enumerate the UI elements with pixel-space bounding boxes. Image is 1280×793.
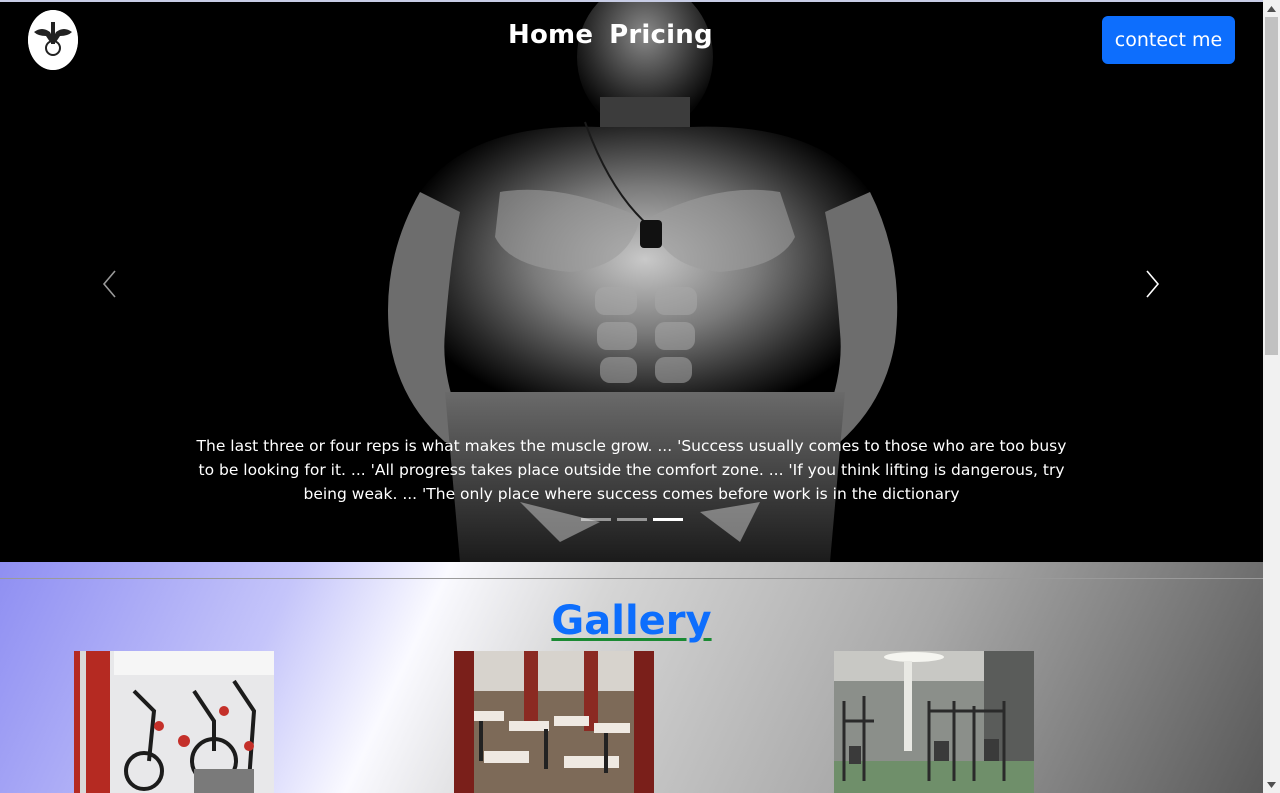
page-scrollbar[interactable]: [1263, 0, 1280, 793]
scrollbar-thumb[interactable]: [1265, 17, 1278, 355]
nav-links: Home Pricing: [508, 20, 713, 50]
carousel-indicator-3[interactable]: [653, 518, 683, 521]
fitness-logo-icon[interactable]: [28, 10, 78, 70]
chevron-left-icon: [102, 270, 116, 298]
scroll-up-button[interactable]: [1263, 0, 1280, 17]
gallery-heading: Gallery: [0, 598, 1263, 644]
scroll-down-button[interactable]: [1263, 776, 1280, 793]
carousel-indicators: [581, 518, 683, 521]
carousel-next-button[interactable]: [1132, 260, 1172, 308]
carousel-prev-button[interactable]: [90, 260, 130, 308]
scroll-down-arrow-icon: [1267, 781, 1276, 788]
gym-weights-room-photo[interactable]: [454, 651, 654, 793]
nav-link-pricing[interactable]: Pricing: [609, 20, 713, 50]
gym-weights-room-image: [454, 651, 654, 793]
page: Home Pricing contect me The last three o…: [0, 0, 1263, 793]
contact-me-button[interactable]: contect me: [1102, 16, 1235, 64]
navbar: Home Pricing contect me: [0, 2, 1263, 82]
gallery-title-link[interactable]: Gallery: [551, 598, 711, 644]
section-divider: [0, 578, 1263, 579]
gym-machines-photo[interactable]: [834, 651, 1034, 793]
carousel-indicator-1[interactable]: [581, 518, 611, 521]
gym-bikes-image: [74, 651, 274, 793]
gallery-section: Gallery: [0, 562, 1263, 793]
gym-machines-image: [834, 651, 1034, 793]
nav-link-home[interactable]: Home: [508, 20, 593, 50]
scroll-up-arrow-icon: [1267, 5, 1276, 12]
carousel-indicator-2[interactable]: [617, 518, 647, 521]
carousel-caption: The last three or four reps is what make…: [196, 437, 1067, 503]
gym-bikes-photo[interactable]: [74, 651, 274, 793]
hero-carousel: Home Pricing contect me The last three o…: [0, 2, 1263, 562]
logo-emblem: [28, 10, 78, 70]
chevron-right-icon: [1146, 270, 1160, 298]
